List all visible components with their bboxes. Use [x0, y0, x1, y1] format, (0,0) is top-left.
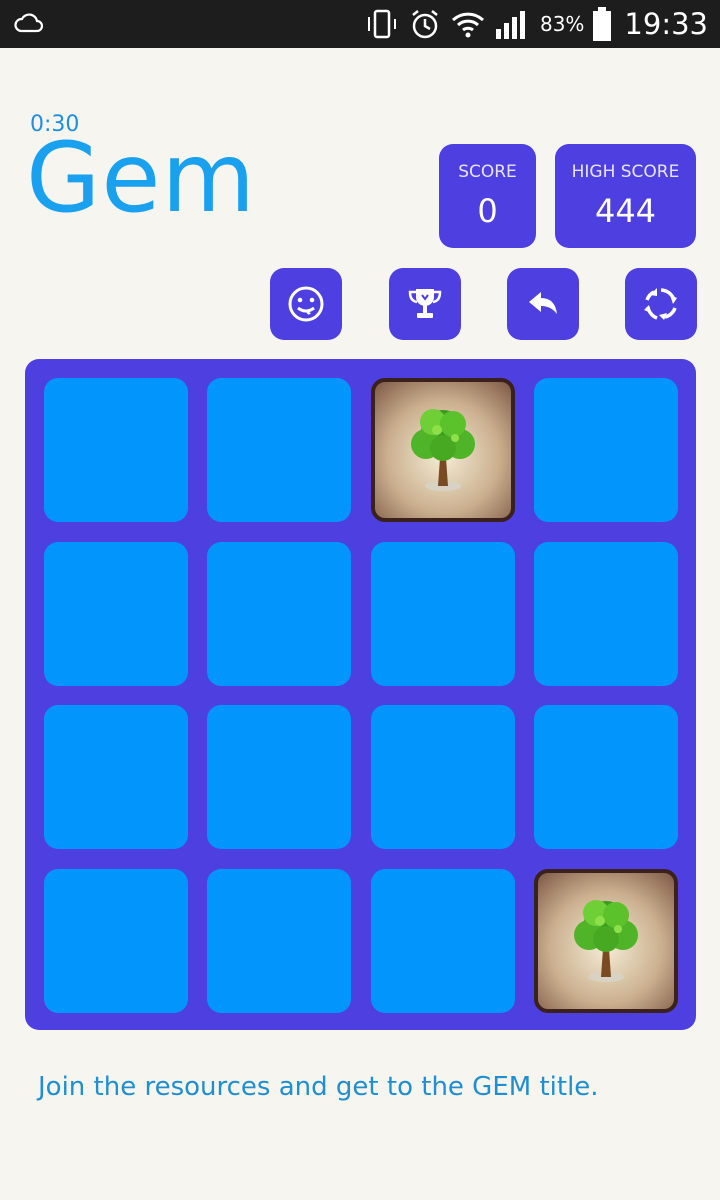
high-score-box: HIGH SCORE 444 [555, 144, 696, 248]
board-tile-tree [371, 378, 515, 522]
status-bar: 83% 19:33 [0, 0, 720, 48]
vibrate-icon [367, 9, 396, 39]
trophy-icon [408, 289, 442, 318]
board-cell [44, 705, 188, 849]
board-tile-tree [534, 869, 678, 1013]
battery-icon [593, 7, 612, 41]
score-label: SCORE [458, 162, 517, 182]
high-score-value: 444 [594, 192, 657, 230]
board-cell [371, 705, 515, 849]
undo-button[interactable] [507, 268, 579, 340]
high-score-label: HIGH SCORE [571, 162, 680, 182]
battery-percent: 83% [539, 12, 585, 36]
hint-text: Join the resources and get to the GEM ti… [38, 1072, 599, 1102]
alarm-icon [412, 10, 438, 39]
board-cell [207, 542, 351, 686]
restart-icon [644, 288, 677, 320]
board-cell [371, 542, 515, 686]
undo-icon [529, 292, 557, 314]
game-board[interactable] [25, 359, 696, 1030]
board-cell [44, 869, 188, 1013]
trophy-button[interactable] [389, 268, 461, 340]
smiley-icon [288, 286, 324, 322]
board-cell [207, 869, 351, 1013]
board-cell [371, 869, 515, 1013]
restart-button[interactable] [625, 268, 697, 340]
signal-icon [495, 11, 525, 39]
board-cell [534, 378, 678, 522]
game-title: Gem [26, 122, 256, 234]
score-box: SCORE 0 [439, 144, 536, 248]
tree-icon [574, 900, 638, 982]
board-cell [207, 705, 351, 849]
score-value: 0 [477, 192, 498, 230]
board-cell [207, 378, 351, 522]
clock: 19:33 [624, 7, 708, 41]
tree-icon [411, 409, 475, 491]
smiley-button[interactable] [270, 268, 342, 340]
cloud-icon [14, 13, 44, 33]
board-cell [44, 542, 188, 686]
board-cell [534, 705, 678, 849]
board-cell [534, 542, 678, 686]
board-cell [44, 378, 188, 522]
wifi-icon [451, 12, 484, 38]
